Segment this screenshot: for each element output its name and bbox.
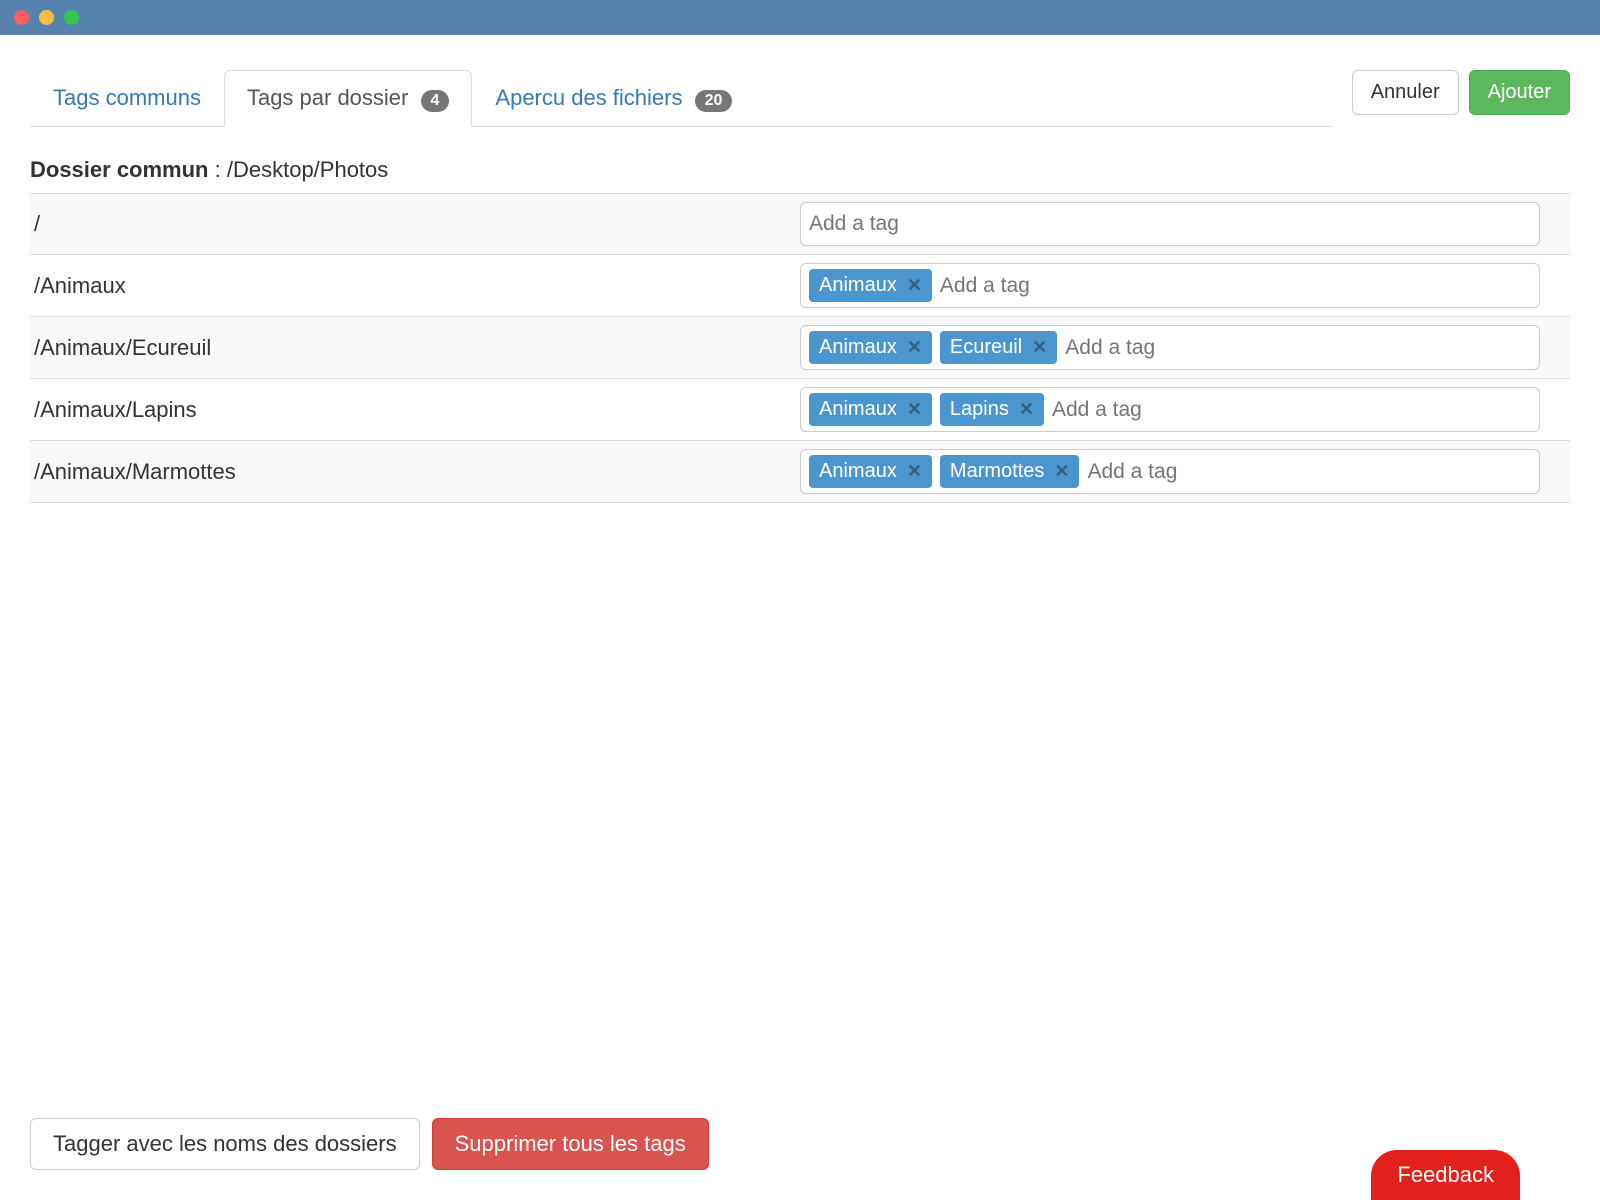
remove-tag-icon[interactable]: ✕ [907, 337, 922, 358]
tag-label: Animaux [819, 336, 897, 359]
tag-pill: Marmottes ✕ [940, 455, 1080, 488]
tag-pill: Animaux ✕ [809, 455, 932, 488]
folder-row: /Animaux/Ecureuil Animaux ✕ Ecureuil ✕ [30, 316, 1570, 378]
folder-rows: / /Animaux Animaux ✕ /Animaux/Ecureuil Animau… [30, 193, 1570, 503]
tag-label: Ecureuil [950, 336, 1022, 359]
tag-input[interactable]: Animaux ✕ [800, 263, 1540, 308]
folder-row: / [30, 193, 1570, 254]
tab-badge: 4 [421, 90, 450, 112]
tag-pill: Animaux ✕ [809, 331, 932, 364]
tag-label: Animaux [819, 274, 897, 297]
section-label: Dossier commun [30, 157, 209, 182]
folder-path: /Animaux/Marmottes [30, 459, 800, 485]
remove-tag-icon[interactable]: ✕ [907, 461, 922, 482]
folder-path: /Animaux [30, 273, 800, 299]
section-title: Dossier commun : /Desktop/Photos [30, 157, 1570, 183]
folder-path: /Animaux/Ecureuil [30, 335, 800, 361]
tag-input[interactable] [800, 202, 1540, 246]
add-tag-field[interactable] [1087, 460, 1531, 484]
add-tag-field[interactable] [1065, 336, 1531, 360]
minimize-window-icon[interactable] [39, 10, 54, 25]
tag-pill: Lapins ✕ [940, 393, 1044, 426]
tag-with-folder-names-button[interactable]: Tagger avec les noms des dossiers [30, 1118, 420, 1170]
tag-input[interactable]: Animaux ✕ Ecureuil ✕ [800, 325, 1540, 370]
remove-tag-icon[interactable]: ✕ [1019, 399, 1034, 420]
tab-file-preview[interactable]: Apercu des fichiers 20 [472, 70, 755, 127]
tab-label: Apercu des fichiers [495, 85, 682, 110]
folder-path: /Animaux/Lapins [30, 397, 800, 423]
feedback-button[interactable]: Feedback [1371, 1150, 1520, 1200]
folder-path: / [30, 211, 800, 237]
cancel-button[interactable]: Annuler [1352, 70, 1459, 115]
tag-label: Lapins [950, 398, 1009, 421]
add-tag-field[interactable] [809, 212, 1531, 236]
tag-label: Animaux [819, 460, 897, 483]
tag-pill: Animaux ✕ [809, 393, 932, 426]
tab-tags-per-folder[interactable]: Tags par dossier 4 [224, 70, 472, 127]
tab-label: Tags par dossier [247, 85, 408, 110]
tab-badge: 20 [695, 90, 733, 112]
remove-tag-icon[interactable]: ✕ [1032, 337, 1047, 358]
folder-row: /Animaux/Lapins Animaux ✕ Lapins ✕ [30, 378, 1570, 440]
tab-common-tags[interactable]: Tags communs [30, 70, 224, 127]
remove-tag-icon[interactable]: ✕ [907, 399, 922, 420]
add-tag-field[interactable] [1052, 398, 1531, 422]
add-button[interactable]: Ajouter [1469, 70, 1570, 115]
tabs: Tags communs Tags par dossier 4 Apercu d… [30, 70, 1332, 127]
maximize-window-icon[interactable] [64, 10, 79, 25]
add-tag-field[interactable] [940, 274, 1531, 298]
tag-pill: Ecureuil ✕ [940, 331, 1057, 364]
remove-all-tags-button[interactable]: Supprimer tous les tags [432, 1118, 709, 1170]
tag-input[interactable]: Animaux ✕ Marmottes ✕ [800, 449, 1540, 494]
tag-pill: Animaux ✕ [809, 269, 932, 302]
section-path: /Desktop/Photos [227, 157, 388, 182]
tag-input[interactable]: Animaux ✕ Lapins ✕ [800, 387, 1540, 432]
remove-tag-icon[interactable]: ✕ [907, 275, 922, 296]
close-window-icon[interactable] [14, 10, 29, 25]
remove-tag-icon[interactable]: ✕ [1054, 461, 1069, 482]
tag-label: Marmottes [950, 460, 1044, 483]
folder-row: /Animaux/Marmottes Animaux ✕ Marmottes ✕ [30, 440, 1570, 502]
tag-label: Animaux [819, 398, 897, 421]
folder-row: /Animaux Animaux ✕ [30, 254, 1570, 316]
tab-label: Tags communs [53, 85, 201, 110]
window-titlebar [0, 0, 1600, 35]
